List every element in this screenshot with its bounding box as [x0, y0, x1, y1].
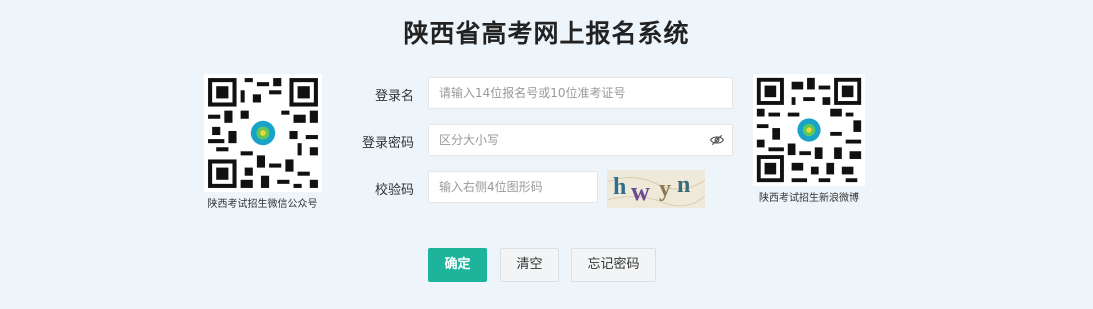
captcha-image[interactable]: h w y n — [606, 170, 706, 208]
weibo-qr-caption: 陕西考试招生新浪微博 — [759, 193, 859, 204]
page-title: 陕西省高考网上报名系统 — [403, 19, 690, 48]
wechat-qr-code — [203, 74, 322, 192]
wechat-qr-block: 陕西考试招生微信公众号 — [200, 74, 325, 210]
captcha-input[interactable]: 输入右侧4位图形码 — [428, 171, 598, 203]
password-label: 登录密码 — [361, 136, 414, 151]
username-placeholder: 请输入14位报名号或10位准考证号 — [439, 86, 626, 100]
eye-icon[interactable] — [710, 133, 724, 147]
clear-button[interactable]: 清空 — [500, 248, 559, 282]
username-label: 登录名 — [374, 89, 414, 104]
captcha-placeholder: 输入右侧4位图形码 — [439, 180, 543, 194]
svg-text:w: w — [631, 177, 650, 206]
captcha-graphic: h w y n — [606, 170, 706, 208]
weibo-qr-code — [753, 74, 865, 186]
password-placeholder: 区分大小写 — [439, 133, 500, 147]
weibo-qr-block: 陕西考试招生新浪微博 — [751, 74, 867, 204]
confirm-button[interactable]: 确定 — [428, 248, 487, 282]
svg-text:h: h — [613, 174, 626, 200]
svg-text:n: n — [677, 172, 690, 198]
forgot-password-button[interactable]: 忘记密码 — [571, 248, 656, 282]
svg-text:y: y — [659, 176, 671, 202]
wechat-qr-caption: 陕西考试招生微信公众号 — [207, 199, 318, 210]
password-input[interactable]: 区分大小写 — [428, 124, 733, 156]
username-input[interactable]: 请输入14位报名号或10位准考证号 — [428, 77, 733, 109]
captcha-label: 校验码 — [374, 183, 414, 198]
